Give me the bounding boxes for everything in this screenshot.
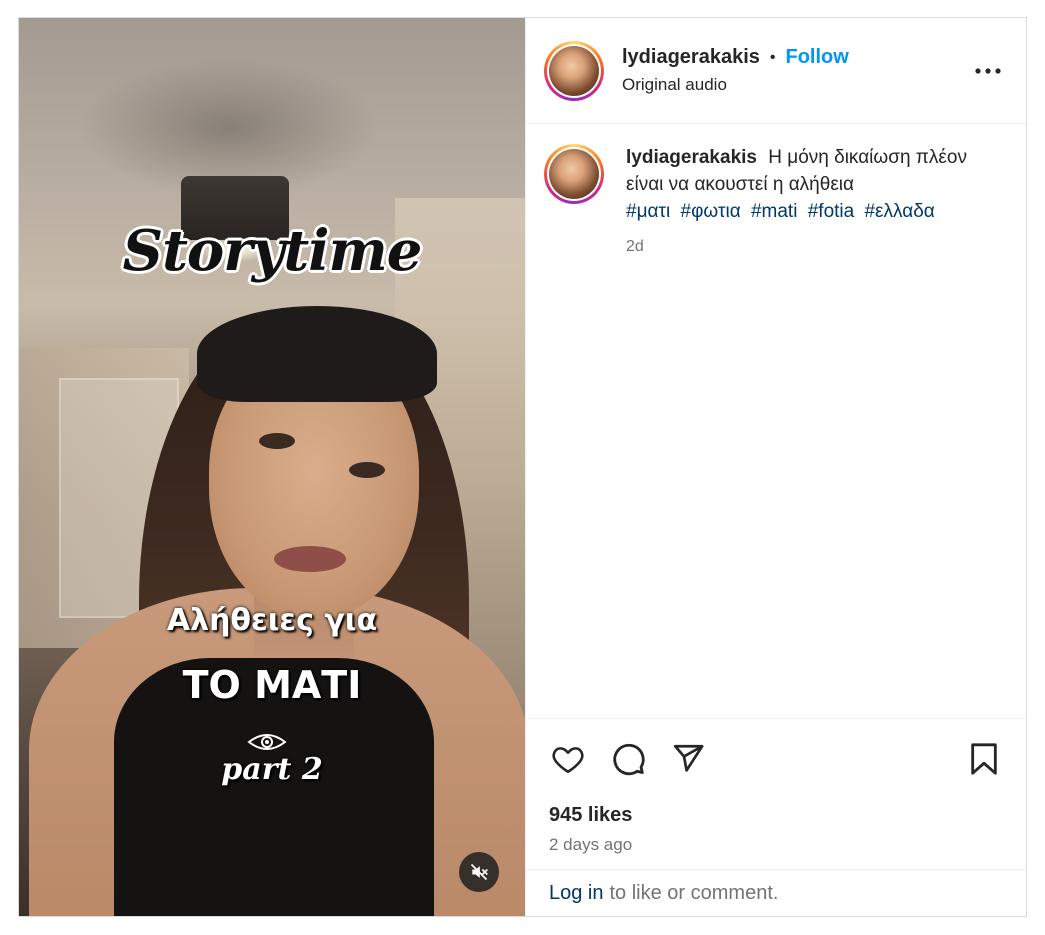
eye-emblem-icon bbox=[247, 734, 287, 750]
mute-toggle-button[interactable] bbox=[459, 852, 499, 892]
bookmark-icon bbox=[971, 742, 997, 775]
caption-avatar[interactable] bbox=[544, 144, 604, 204]
comment-button[interactable] bbox=[608, 739, 648, 779]
post-date[interactable]: 2 days ago bbox=[549, 835, 1003, 855]
instagram-post: Storytime Αλήθειες για ΤΟ ΜΑΤΙ part 2 ly bbox=[18, 17, 1027, 917]
hashtag-link[interactable]: #ελλαδα bbox=[864, 201, 934, 222]
hashtag-link[interactable]: #ματι bbox=[626, 201, 670, 222]
share-icon bbox=[673, 744, 704, 772]
muted-speaker-icon bbox=[470, 863, 488, 881]
heart-icon bbox=[552, 746, 584, 773]
login-prompt-text: to like or comment. bbox=[609, 881, 779, 904]
hashtag-link[interactable]: #fotia bbox=[808, 201, 854, 222]
separator-dot: • bbox=[769, 48, 776, 66]
caption-username[interactable]: lydiagerakakis bbox=[626, 147, 757, 168]
action-bar bbox=[526, 718, 1026, 798]
video-overlay-line1: Αλήθειες για bbox=[166, 603, 378, 638]
caption-hashtags: #ματι #φωτια #mati #fotia #ελλαδα bbox=[626, 198, 1008, 225]
comment-icon bbox=[613, 743, 645, 775]
audio-label[interactable]: Original audio bbox=[622, 75, 968, 95]
like-button[interactable] bbox=[548, 739, 588, 779]
login-link[interactable]: Log in bbox=[549, 882, 604, 905]
likes-count[interactable]: 945 likes bbox=[549, 804, 1003, 827]
hashtag-link[interactable]: #mati bbox=[751, 201, 797, 222]
more-options-button[interactable] bbox=[968, 56, 1008, 86]
login-prompt: Log in to like or comment. bbox=[526, 869, 1026, 916]
video-overlay-title: Storytime bbox=[122, 218, 423, 284]
avatar-image bbox=[549, 45, 599, 96]
avatar[interactable] bbox=[544, 40, 604, 101]
caption-timestamp[interactable]: 2d bbox=[626, 233, 1008, 260]
follow-button[interactable]: Follow bbox=[785, 46, 848, 69]
video-overlay-part: part 2 bbox=[221, 752, 323, 787]
comments-section: lydiagerakakis Η μόνη δικαίωση πλέον είν… bbox=[526, 124, 1026, 718]
more-horizontal-icon bbox=[975, 67, 1001, 74]
likes-info: 945 likes 2 days ago bbox=[526, 798, 1026, 869]
post-video[interactable]: Storytime Αλήθειες για ΤΟ ΜΑΤΙ part 2 bbox=[19, 18, 525, 916]
post-header: lydiagerakakis • Follow Original audio bbox=[526, 18, 1026, 124]
video-overlay-line2: ΤΟ ΜΑΤΙ bbox=[182, 663, 362, 707]
share-button[interactable] bbox=[668, 739, 708, 779]
author-username[interactable]: lydiagerakakis bbox=[622, 46, 760, 69]
save-button[interactable] bbox=[964, 739, 1004, 779]
hashtag-link[interactable]: #φωτια bbox=[681, 201, 741, 222]
caption: lydiagerakakis Η μόνη δικαίωση πλέον είν… bbox=[544, 144, 1008, 260]
post-side-panel: lydiagerakakis • Follow Original audio l… bbox=[525, 18, 1026, 916]
